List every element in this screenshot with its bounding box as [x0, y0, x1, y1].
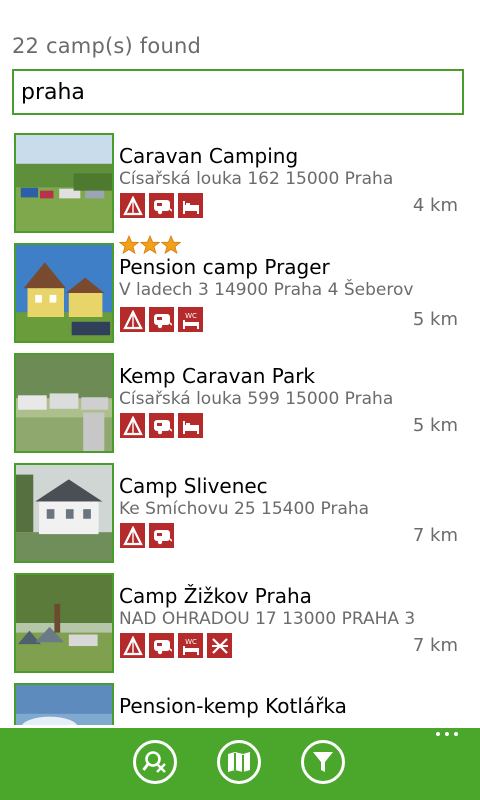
camp-list-item[interactable]: Caravan Camping Císařská louka 162 15000 … [14, 133, 474, 233]
camp-list-item[interactable]: Pension-kemp Kotlářka [14, 683, 474, 725]
camp-address: NAD OHRADOU 17 13000 PRAHA 3 [119, 609, 416, 629]
camp-distance: 5 km [412, 309, 458, 330]
amenity-icons [120, 523, 174, 548]
camp-name: Pension-kemp Kotlářka [119, 694, 347, 718]
camp-thumbnail [14, 463, 114, 563]
filter-button[interactable] [301, 740, 345, 784]
caravan-icon [149, 307, 174, 332]
camp-list[interactable]: Caravan Camping Císařská louka 162 15000 … [0, 133, 480, 725]
map-icon [228, 752, 250, 772]
camp-distance: 4 km [412, 195, 458, 216]
search-input[interactable] [14, 71, 462, 113]
camp-list-item[interactable]: Pension camp Prager V ladech 3 14900 Prah… [14, 234, 474, 343]
svg-text:WC: WC [185, 312, 197, 320]
camp-address: Ke Smíchovu 25 15400 Praha [119, 499, 370, 519]
camp-thumbnail [14, 133, 114, 233]
camp-name: Camp Žižkov Praha [119, 584, 312, 608]
wc-bed-icon: WC [178, 307, 203, 332]
more-icon[interactable] [436, 732, 458, 736]
map-button[interactable] [217, 740, 261, 784]
camp-address: V ladech 3 14900 Praha 4 Šeberov [119, 280, 414, 300]
camp-thumbnail [14, 243, 114, 343]
camp-thumbnail [14, 573, 114, 673]
camp-name: Caravan Camping [119, 144, 299, 168]
camp-thumbnail [14, 683, 114, 725]
svg-text:WC: WC [185, 638, 197, 646]
clear-search-button[interactable] [133, 740, 177, 784]
camp-list-item[interactable]: Kemp Caravan Park Císařská louka 599 1500… [14, 353, 474, 453]
caravan-icon [149, 413, 174, 438]
tent-icon [120, 523, 145, 548]
filter-icon [313, 752, 333, 772]
result-count: 22 camp(s) found [12, 34, 201, 58]
camp-distance: 7 km [412, 525, 458, 546]
caravan-icon [149, 193, 174, 218]
amenity-icons [120, 413, 203, 438]
clear-search-icon [142, 751, 166, 773]
amenity-icons: WC [120, 633, 232, 658]
camp-name: Camp Slivenec [119, 474, 268, 498]
camp-thumbnail [14, 353, 114, 453]
camp-list-item[interactable]: Camp Slivenec Ke Smíchovu 25 15400 Praha 7… [14, 463, 474, 563]
amenity-icons [120, 193, 203, 218]
tent-icon [120, 307, 145, 332]
caravan-icon [149, 523, 174, 548]
tables-icon [207, 633, 232, 658]
bed-icon [178, 193, 203, 218]
camp-distance: 5 km [412, 415, 458, 436]
caravan-icon [149, 633, 174, 658]
app-bar [0, 728, 480, 800]
search-box[interactable] [12, 69, 464, 115]
bed-icon [178, 413, 203, 438]
camp-name: Pension camp Prager [119, 255, 330, 279]
camp-address: Císařská louka 162 15000 Praha [119, 169, 394, 189]
camp-list-item[interactable]: Camp Žižkov Praha NAD OHRADOU 17 13000 PR… [14, 573, 474, 673]
tent-icon [120, 193, 145, 218]
camp-address: Císařská louka 599 15000 Praha [119, 389, 394, 409]
wc-bed-icon: WC [178, 633, 203, 658]
tent-icon [120, 413, 145, 438]
camp-name: Kemp Caravan Park [119, 364, 316, 388]
tent-icon [120, 633, 145, 658]
amenity-icons: WC [120, 307, 203, 332]
camp-distance: 7 km [412, 635, 458, 656]
